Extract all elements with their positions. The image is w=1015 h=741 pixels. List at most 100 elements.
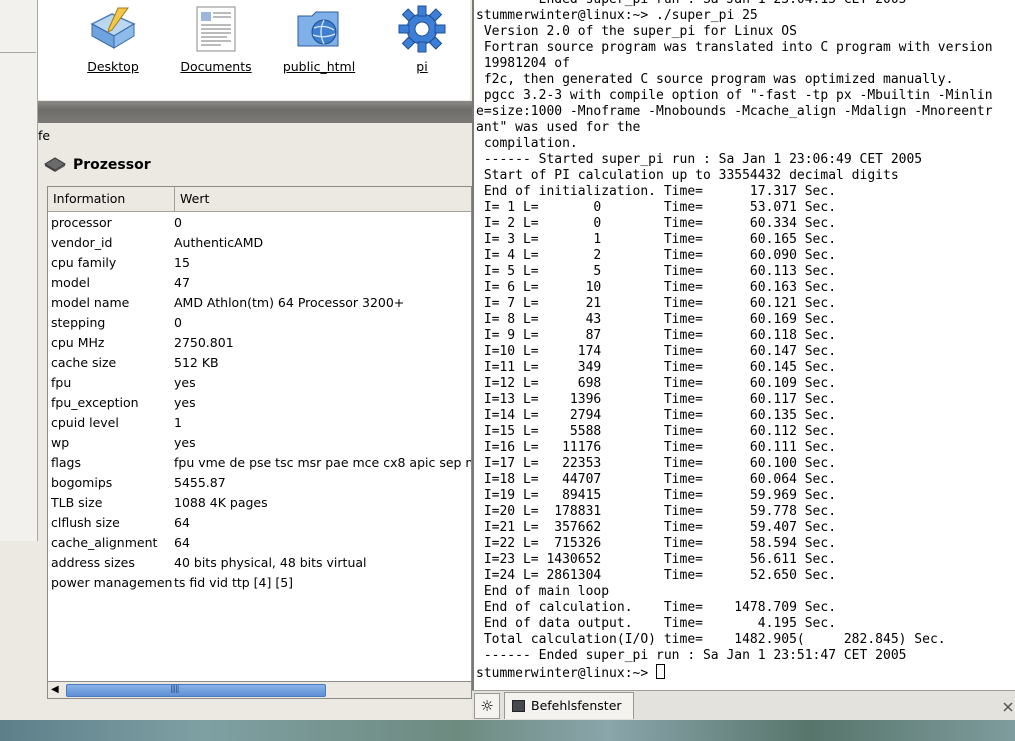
terminal-session-bar: ☼ Befehlsfenster (472, 690, 1015, 721)
terminal-line: I=13 L= 1396 Time= 60.117 Sec. (476, 392, 837, 407)
terminal-line: ant" was used for the (476, 120, 641, 135)
terminal-line: I= 3 L= 1 Time= 60.165 Sec. (476, 232, 837, 247)
scrollbar-grip-icon: ||||| (170, 684, 180, 693)
session-tab[interactable]: Befehlsfenster (504, 692, 634, 719)
terminal-line: I=12 L= 698 Time= 60.109 Sec. (476, 376, 837, 391)
terminal-line: I=11 L= 349 Time= 60.145 Sec. (476, 360, 837, 375)
row-value: 0 (174, 315, 182, 330)
row-value: 512 KB (174, 355, 219, 370)
terminal-line: I=19 L= 89415 Time= 59.969 Sec. (476, 488, 837, 503)
row-key: cpu family (51, 255, 117, 270)
terminal-line: ------ Ended super_pi run : Sa Jan 1 23:… (476, 0, 907, 7)
documents-icon-label: Documents (180, 59, 252, 74)
public-html-icon-label: public_html (282, 59, 356, 74)
pi-shortcut[interactable]: pi (377, 4, 467, 74)
terminal-line: f2c, then generated C source program was… (476, 72, 954, 87)
file-manager-window: Desktop Documents public_html pi fe Proz… (0, 0, 472, 741)
side-panel-header (0, 0, 36, 53)
terminal-line: I=10 L= 174 Time= 60.147 Sec. (476, 344, 837, 359)
pi-icon-label: pi (416, 59, 428, 74)
row-key: fpu_exception (51, 395, 139, 410)
column-header-information[interactable]: Information (48, 187, 175, 211)
session-tab-label: Befehlsfenster (531, 698, 622, 713)
scroll-left-arrow-icon[interactable]: ◀ (51, 684, 59, 695)
row-key: processor (51, 215, 112, 230)
row-value: AMD Athlon(tm) 64 Processor 3200+ (174, 295, 405, 310)
terminal-line: I=20 L= 178831 Time= 59.778 Sec. (476, 504, 837, 519)
row-value: 2750.801 (174, 335, 234, 350)
documents-shortcut[interactable]: Documents (171, 4, 261, 74)
desktop-folder-icon (88, 4, 138, 54)
close-tab-icon[interactable] (1001, 695, 1015, 717)
row-value: yes (174, 375, 196, 390)
path-fragment: fe (38, 128, 51, 143)
row-value: 5455.87 (174, 475, 226, 490)
row-key: clflush size (51, 515, 120, 530)
row-key: address sizes (51, 555, 135, 570)
terminal-line: I=22 L= 715326 Time= 58.594 Sec. (476, 536, 837, 551)
document-icon (191, 4, 241, 54)
terminal-line: Start of PI calculation up to 33554432 d… (476, 168, 899, 183)
terminal-line: End of data output. Time= 4.195 Sec. (476, 616, 837, 631)
terminal-line: ------ Ended super_pi run : Sa Jan 1 23:… (476, 648, 907, 663)
row-value: 1088 4K pages (174, 495, 268, 510)
terminal-line: I=21 L= 357662 Time= 59.407 Sec. (476, 520, 837, 535)
terminal-line: Version 2.0 of the super_pi for Linux OS (476, 24, 797, 39)
terminal-line: pgcc 3.2-3 with compile option of "-fast… (476, 88, 993, 103)
chip-icon (44, 155, 66, 181)
new-session-icon[interactable]: ☼ (474, 693, 500, 719)
terminal-line: ------ Started super_pi run : Sa Jan 1 2… (476, 152, 923, 167)
row-key: cpu MHz (51, 335, 105, 350)
row-value: AuthenticAMD (174, 235, 264, 250)
info-table: Information Wert processor 0 vendor_id Auth… (47, 186, 472, 682)
row-key: stepping (51, 315, 106, 330)
terminal-line: I=17 L= 22353 Time= 60.100 Sec. (476, 456, 837, 471)
web-folder-icon (294, 4, 344, 54)
terminal-line: I= 1 L= 0 Time= 53.071 Sec. (476, 200, 837, 215)
section-title: Prozessor (73, 157, 151, 173)
terminal-output: ------ Ended super_pi run : Sa Jan 1 23:… (476, 0, 993, 682)
scrollbar-thumb[interactable] (66, 684, 326, 697)
row-key: cpuid level (51, 415, 119, 430)
terminal-line: End of calculation. Time= 1478.709 Sec. (476, 600, 837, 615)
table-header: Information Wert (48, 187, 471, 212)
terminal-line: I=24 L= 2861304 Time= 52.650 Sec. (476, 568, 837, 583)
horizontal-scrollbar[interactable]: ◀ ||||| (47, 681, 472, 699)
terminal-line: I= 8 L= 43 Time= 60.169 Sec. (476, 312, 837, 327)
terminal-line: I= 5 L= 5 Time= 60.113 Sec. (476, 264, 837, 279)
section-header: Prozessor (44, 152, 151, 178)
terminal-window[interactable]: ------ Ended super_pi run : Sa Jan 1 23:… (472, 0, 1015, 690)
terminal-line: Total calculation(I/O) time= 1482.905( 2… (476, 632, 946, 647)
terminal-line: End of main loop (476, 584, 610, 599)
row-value: fpu vme de pse tsc msr pae mce cx8 apic … (174, 455, 472, 470)
row-key: fpu (51, 375, 72, 390)
row-value: 0 (174, 215, 182, 230)
column-header-wert[interactable]: Wert (176, 187, 209, 211)
public-html-shortcut[interactable]: public_html (274, 4, 364, 74)
row-key: cache size (51, 355, 117, 370)
row-key: cache_alignment (51, 535, 158, 550)
terminal-line: I=15 L= 5588 Time= 60.112 Sec. (476, 424, 837, 439)
row-key: model (51, 275, 90, 290)
terminal-line: I= 6 L= 10 Time= 60.163 Sec. (476, 280, 837, 295)
terminal-line: e=size:1000 -Mnoframe -Mnobounds -Mcache… (476, 104, 993, 119)
navigation-side-panel (0, 0, 38, 541)
terminal-line: I=18 L= 44707 Time= 60.064 Sec. (476, 472, 837, 487)
row-value: yes (174, 435, 196, 450)
row-key: wp (51, 435, 70, 450)
gear-icon (397, 4, 447, 54)
pane-splitter[interactable] (38, 101, 472, 123)
desktop-icon-label: Desktop (87, 59, 139, 74)
terminal-prompt: stummerwinter@linux:~> (476, 666, 657, 681)
terminal-line: I=16 L= 11176 Time= 60.111 Sec. (476, 440, 837, 455)
terminal-line: I= 7 L= 21 Time= 60.121 Sec. (476, 296, 837, 311)
row-value: yes (174, 395, 196, 410)
path-row: fe (38, 124, 470, 148)
desktop-icons-area: Desktop Documents public_html pi (38, 0, 470, 100)
terminal-line: I=23 L= 1430652 Time= 56.611 Sec. (476, 552, 837, 567)
terminal-line: Fortran source program was translated in… (476, 40, 993, 55)
desktop-shortcut[interactable]: Desktop (68, 4, 158, 74)
row-value: 64 (174, 515, 190, 530)
desktop-wallpaper-strip (0, 720, 1015, 741)
terminal-line: End of initialization. Time= 17.317 Sec. (476, 184, 837, 199)
